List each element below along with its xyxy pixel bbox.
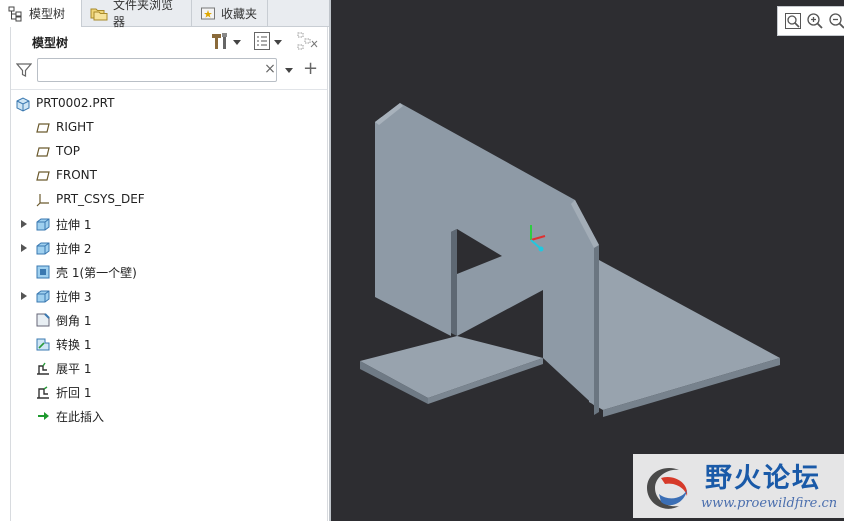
datum-plane-icon bbox=[35, 168, 51, 184]
watermark-logo bbox=[639, 458, 699, 517]
chamfer-icon bbox=[35, 312, 51, 328]
tree-item-label: 拉伸 1 bbox=[56, 218, 92, 232]
close-icon[interactable]: × bbox=[263, 62, 277, 76]
tree-item-label: 拉伸 2 bbox=[56, 242, 92, 256]
extrude-icon bbox=[35, 240, 51, 256]
csys-z-tip bbox=[538, 246, 544, 252]
tree-item[interactable]: TOP bbox=[11, 140, 327, 164]
tree-item[interactable]: 展平 1 bbox=[11, 356, 327, 380]
settings-button[interactable] bbox=[210, 32, 241, 52]
chevron-down-icon[interactable] bbox=[285, 68, 293, 73]
panel-tab-bar: 模型树 文件夹浏览器 收藏夹 bbox=[0, 0, 330, 29]
list-view-icon bbox=[253, 31, 271, 54]
csys-icon bbox=[35, 192, 51, 208]
view-toolbar bbox=[777, 6, 844, 36]
watermark-url: www.proewildfire.cn bbox=[701, 496, 838, 511]
tree-item-label: PRT0002.PRT bbox=[36, 96, 115, 110]
funnel-icon[interactable] bbox=[15, 62, 33, 81]
extrude-icon bbox=[35, 216, 51, 232]
tree-item-label: 在此插入 bbox=[56, 410, 105, 424]
expand-arrow-icon[interactable] bbox=[21, 220, 27, 228]
zoom-fit-icon[interactable] bbox=[784, 12, 802, 30]
tab-label: 收藏夹 bbox=[221, 6, 258, 21]
tree-item[interactable]: 倒角 1 bbox=[11, 308, 327, 332]
panel-header: 模型树 bbox=[11, 27, 327, 57]
tree-item-label: 倒角 1 bbox=[56, 314, 92, 328]
tree-item[interactable]: 拉伸 2 bbox=[11, 236, 327, 260]
folder-browser-icon bbox=[90, 5, 108, 21]
watermark: 野火论坛 www.proewildfire.cn bbox=[633, 454, 844, 518]
expand-arrow-icon[interactable] bbox=[21, 292, 27, 300]
datum-plane-icon bbox=[35, 144, 51, 160]
chevron-down-icon bbox=[233, 39, 241, 45]
tree-item[interactable]: PRT_CSYS_DEF bbox=[11, 188, 327, 212]
part-model bbox=[360, 103, 780, 417]
tree-item[interactable]: 在此插入 bbox=[11, 404, 327, 428]
hide-show-button[interactable] bbox=[297, 32, 319, 52]
model-tree-panel: 模型树 文件夹浏览器 收藏夹 模型树 × + PRT0002.PRT RIGHT… bbox=[0, 0, 330, 521]
tree-item[interactable]: 拉伸 1 bbox=[11, 212, 327, 236]
tree-item-label: RIGHT bbox=[56, 120, 94, 134]
tab-label: 文件夹浏览器 bbox=[113, 0, 174, 29]
watermark-title: 野火论坛 bbox=[705, 463, 821, 494]
datum-plane-icon bbox=[35, 120, 51, 136]
divider bbox=[11, 89, 327, 90]
tree-item-label: 拉伸 3 bbox=[56, 290, 92, 304]
unbend-icon bbox=[35, 360, 51, 376]
extrude-icon bbox=[35, 288, 51, 304]
tree-item-label: TOP bbox=[56, 144, 81, 158]
part-icon bbox=[15, 96, 31, 112]
window-side-face bbox=[451, 229, 457, 336]
hidden-items-icon bbox=[297, 31, 319, 54]
base-plate-front-top bbox=[360, 336, 543, 398]
tab-label: 模型树 bbox=[29, 7, 66, 21]
tree-item-root-part[interactable]: PRT0002.PRT bbox=[11, 92, 327, 116]
insert-here-icon bbox=[35, 408, 51, 424]
zoom-in-icon[interactable] bbox=[806, 12, 824, 30]
right-wall-edge bbox=[594, 245, 599, 415]
add-button[interactable]: + bbox=[303, 60, 318, 78]
show-button[interactable] bbox=[253, 31, 282, 54]
tree-item[interactable]: 拉伸 3 bbox=[11, 284, 327, 308]
filter-row: × + bbox=[11, 57, 327, 87]
tab-model-tree[interactable]: 模型树 bbox=[0, 0, 82, 27]
tools-icon bbox=[210, 31, 230, 54]
bend-back-icon bbox=[35, 384, 51, 400]
tree-item-label: PRT_CSYS_DEF bbox=[56, 192, 145, 206]
tree-item-label: 展平 1 bbox=[56, 362, 92, 376]
tree-item[interactable]: 转换 1 bbox=[11, 332, 327, 356]
tree-item[interactable]: 壳 1(第一个壁) bbox=[11, 260, 327, 284]
shell-icon bbox=[35, 264, 51, 280]
search-input[interactable] bbox=[37, 58, 277, 82]
tab-folder-browser[interactable]: 文件夹浏览器 bbox=[82, 0, 192, 29]
tree-item[interactable]: FRONT bbox=[11, 164, 327, 188]
graphics-viewport[interactable]: 野火论坛 www.proewildfire.cn bbox=[331, 0, 844, 521]
chevron-down-icon bbox=[274, 39, 282, 45]
tree-item-label: 壳 1(第一个壁) bbox=[56, 266, 137, 280]
tab-favorites[interactable]: 收藏夹 bbox=[192, 0, 268, 26]
zoom-out-icon[interactable] bbox=[828, 12, 844, 30]
tree-item[interactable]: 折回 1 bbox=[11, 380, 327, 404]
model-tree-body: 模型树 × + PRT0002.PRT RIGHT TOP FRONT PRT_… bbox=[10, 27, 328, 521]
model-tree-icon bbox=[8, 6, 24, 22]
expand-arrow-icon[interactable] bbox=[21, 244, 27, 252]
convert-icon bbox=[35, 336, 51, 352]
favorites-icon bbox=[200, 5, 216, 21]
panel-title: 模型树 bbox=[32, 36, 69, 50]
tree-item[interactable]: RIGHT bbox=[11, 116, 327, 140]
tree-item-label: 转换 1 bbox=[56, 338, 92, 352]
tree-item-label: FRONT bbox=[56, 168, 97, 182]
tree-item-label: 折回 1 bbox=[56, 386, 92, 400]
